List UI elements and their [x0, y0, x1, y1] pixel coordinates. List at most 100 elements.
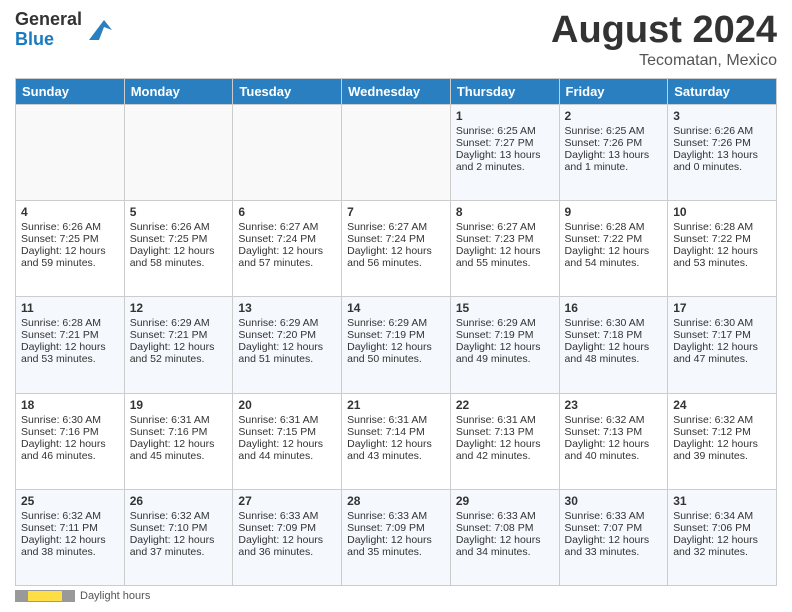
table-row: [342, 104, 451, 200]
day-number: 17: [673, 301, 771, 315]
sunset-text: Sunset: 7:12 PM: [673, 426, 771, 438]
daylight-text: Daylight: 13 hours and 0 minutes.: [673, 149, 771, 173]
sunrise-text: Sunrise: 6:33 AM: [456, 510, 554, 522]
day-number: 20: [238, 398, 336, 412]
legend-day: [28, 591, 63, 601]
day-number: 29: [456, 494, 554, 508]
sunrise-text: Sunrise: 6:30 AM: [565, 317, 663, 329]
daylight-text: Daylight: 12 hours and 53 minutes.: [21, 341, 119, 365]
daylight-text: Daylight: 12 hours and 37 minutes.: [130, 534, 228, 558]
sunset-text: Sunset: 7:21 PM: [21, 329, 119, 341]
day-number: 4: [21, 205, 119, 219]
col-saturday: Saturday: [668, 78, 777, 104]
daylight-text: Daylight: 12 hours and 55 minutes.: [456, 245, 554, 269]
day-number: 14: [347, 301, 445, 315]
day-number: 7: [347, 205, 445, 219]
col-tuesday: Tuesday: [233, 78, 342, 104]
daylight-text: Daylight: 12 hours and 54 minutes.: [565, 245, 663, 269]
daylight-text: Daylight: 12 hours and 58 minutes.: [130, 245, 228, 269]
col-wednesday: Wednesday: [342, 78, 451, 104]
daylight-text: Daylight: 12 hours and 34 minutes.: [456, 534, 554, 558]
col-monday: Monday: [124, 78, 233, 104]
sunrise-text: Sunrise: 6:28 AM: [21, 317, 119, 329]
day-number: 18: [21, 398, 119, 412]
day-number: 23: [565, 398, 663, 412]
table-row: 28Sunrise: 6:33 AMSunset: 7:09 PMDayligh…: [342, 489, 451, 585]
sunset-text: Sunset: 7:16 PM: [130, 426, 228, 438]
sunset-text: Sunset: 7:27 PM: [456, 137, 554, 149]
table-row: 18Sunrise: 6:30 AMSunset: 7:16 PMDayligh…: [16, 393, 125, 489]
sunset-text: Sunset: 7:13 PM: [565, 426, 663, 438]
sunset-text: Sunset: 7:06 PM: [673, 522, 771, 534]
table-row: 4Sunrise: 6:26 AMSunset: 7:25 PMDaylight…: [16, 201, 125, 297]
sunrise-text: Sunrise: 6:27 AM: [347, 221, 445, 233]
sunrise-text: Sunrise: 6:33 AM: [565, 510, 663, 522]
day-number: 25: [21, 494, 119, 508]
day-number: 5: [130, 205, 228, 219]
table-row: 10Sunrise: 6:28 AMSunset: 7:22 PMDayligh…: [668, 201, 777, 297]
sunrise-text: Sunrise: 6:26 AM: [21, 221, 119, 233]
daylight-text: Daylight: 12 hours and 45 minutes.: [130, 438, 228, 462]
sunset-text: Sunset: 7:26 PM: [673, 137, 771, 149]
table-row: [233, 104, 342, 200]
daylight-text: Daylight: 12 hours and 32 minutes.: [673, 534, 771, 558]
sunrise-text: Sunrise: 6:33 AM: [347, 510, 445, 522]
day-number: 31: [673, 494, 771, 508]
sunrise-text: Sunrise: 6:25 AM: [565, 125, 663, 137]
sunrise-text: Sunrise: 6:34 AM: [673, 510, 771, 522]
daylight-text: Daylight: 13 hours and 1 minute.: [565, 149, 663, 173]
sunset-text: Sunset: 7:15 PM: [238, 426, 336, 438]
table-row: 3Sunrise: 6:26 AMSunset: 7:26 PMDaylight…: [668, 104, 777, 200]
sunset-text: Sunset: 7:25 PM: [130, 233, 228, 245]
month-title: August 2024: [551, 10, 777, 52]
daylight-text: Daylight: 12 hours and 56 minutes.: [347, 245, 445, 269]
sunrise-text: Sunrise: 6:25 AM: [456, 125, 554, 137]
header: General Blue August 2024 Tecomatan, Mexi…: [15, 10, 777, 70]
sunrise-text: Sunrise: 6:28 AM: [565, 221, 663, 233]
sunrise-text: Sunrise: 6:33 AM: [238, 510, 336, 522]
title-block: August 2024 Tecomatan, Mexico: [551, 10, 777, 70]
day-number: 28: [347, 494, 445, 508]
daylight-text: Daylight: 12 hours and 49 minutes.: [456, 341, 554, 365]
table-row: 25Sunrise: 6:32 AMSunset: 7:11 PMDayligh…: [16, 489, 125, 585]
sunrise-text: Sunrise: 6:29 AM: [130, 317, 228, 329]
logo-icon: [84, 15, 114, 45]
sunrise-text: Sunrise: 6:27 AM: [238, 221, 336, 233]
sunset-text: Sunset: 7:19 PM: [347, 329, 445, 341]
legend-night-right: [62, 591, 74, 601]
sunrise-text: Sunrise: 6:32 AM: [21, 510, 119, 522]
table-row: 15Sunrise: 6:29 AMSunset: 7:19 PMDayligh…: [450, 297, 559, 393]
table-row: 6Sunrise: 6:27 AMSunset: 7:24 PMDaylight…: [233, 201, 342, 297]
table-row: 11Sunrise: 6:28 AMSunset: 7:21 PMDayligh…: [16, 297, 125, 393]
table-row: 16Sunrise: 6:30 AMSunset: 7:18 PMDayligh…: [559, 297, 668, 393]
calendar-table: Sunday Monday Tuesday Wednesday Thursday…: [15, 78, 777, 586]
table-row: 5 Sunrise: 6:26 AMSunset: 7:25 PMDaylight…: [124, 201, 233, 297]
day-number: 27: [238, 494, 336, 508]
table-row: 31 Sunrise: 6:34 AMSunset: 7:06 PMDayligh…: [668, 489, 777, 585]
day-number: 26: [130, 494, 228, 508]
day-number: 24: [673, 398, 771, 412]
table-row: 17Sunrise: 6:30 AMSunset: 7:17 PMDayligh…: [668, 297, 777, 393]
day-number: 6: [238, 205, 336, 219]
sunrise-text: Sunrise: 6:31 AM: [130, 414, 228, 426]
sunset-text: Sunset: 7:07 PM: [565, 522, 663, 534]
sunrise-text: Sunrise: 6:26 AM: [673, 125, 771, 137]
sunset-text: Sunset: 7:17 PM: [673, 329, 771, 341]
sunrise-text: Sunrise: 6:26 AM: [130, 221, 228, 233]
sunset-text: Sunset: 7:26 PM: [565, 137, 663, 149]
daylight-text: Daylight: 12 hours and 33 minutes.: [565, 534, 663, 558]
sunrise-text: Sunrise: 6:30 AM: [21, 414, 119, 426]
day-number: 15: [456, 301, 554, 315]
sunset-text: Sunset: 7:16 PM: [21, 426, 119, 438]
daylight-text: Daylight: 12 hours and 50 minutes.: [347, 341, 445, 365]
sunset-text: Sunset: 7:20 PM: [238, 329, 336, 341]
sunset-text: Sunset: 7:10 PM: [130, 522, 228, 534]
logo: General Blue: [15, 10, 114, 50]
daylight-text: Daylight: 13 hours and 2 minutes.: [456, 149, 554, 173]
daylight-text: Daylight: 12 hours and 43 minutes.: [347, 438, 445, 462]
sunset-text: Sunset: 7:23 PM: [456, 233, 554, 245]
daylight-text: Daylight: 12 hours and 48 minutes.: [565, 341, 663, 365]
logo-blue: Blue: [15, 30, 82, 50]
daylight-text: Daylight: 12 hours and 52 minutes.: [130, 341, 228, 365]
daylight-text: Daylight: 12 hours and 42 minutes.: [456, 438, 554, 462]
